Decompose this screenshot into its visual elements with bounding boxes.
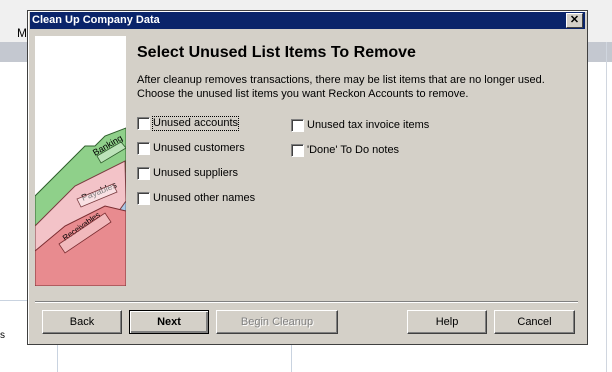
close-button[interactable]: ✕	[566, 13, 583, 28]
next-button[interactable]: Next	[129, 310, 209, 334]
description-line-1: After cleanup removes transactions, ther…	[137, 74, 545, 86]
dialog-heading: Select Unused List Items To Remove	[137, 44, 416, 61]
background-grid-line	[0, 300, 27, 301]
background-grid-line	[606, 42, 607, 372]
checkbox-box[interactable]	[137, 192, 150, 205]
help-button-label: Help	[435, 316, 459, 328]
dialog-titlebar[interactable]: Clean Up Company Data ✕	[30, 12, 585, 29]
checkbox-label[interactable]: Unused tax invoice items	[307, 119, 429, 132]
background-menu-fragment: M	[17, 26, 27, 40]
background-left-fragment: s	[0, 330, 5, 341]
checkbox-box[interactable]	[137, 167, 150, 180]
background-grid-line	[291, 345, 292, 372]
folders-illustration: Banking Payables Receivables	[35, 36, 126, 286]
checkbox-box[interactable]	[291, 119, 304, 132]
checkbox-label[interactable]: Unused suppliers	[153, 167, 238, 180]
checkbox-box[interactable]	[291, 144, 304, 157]
checkbox-box[interactable]	[137, 142, 150, 155]
close-icon: ✕	[569, 14, 580, 26]
dialog-title: Clean Up Company Data	[32, 14, 160, 26]
description-line-2: Choose the unused list items you want Re…	[137, 88, 469, 100]
cancel-button-label: Cancel	[517, 316, 552, 328]
checkbox-label[interactable]: 'Done' To Do notes	[307, 144, 399, 157]
begin-cleanup-button-label: Begin Cleanup	[240, 316, 314, 328]
clean-up-company-data-dialog: Clean Up Company Data ✕ Banking Payables…	[27, 10, 588, 345]
begin-cleanup-button[interactable]: Begin Cleanup	[216, 310, 338, 334]
back-button[interactable]: Back	[42, 310, 122, 334]
cancel-button[interactable]: Cancel	[494, 310, 575, 334]
back-button-label: Back	[69, 316, 95, 328]
button-separator	[35, 301, 578, 303]
folders-illustration-svg: Banking Payables Receivables	[35, 127, 126, 286]
checkbox-box[interactable]	[137, 117, 150, 130]
dialog-description: After cleanup removes transactions, ther…	[137, 73, 545, 101]
background-grid-line	[57, 345, 58, 372]
checkbox-label[interactable]: Unused customers	[153, 142, 245, 155]
checkbox-label[interactable]: Unused accounts	[152, 116, 239, 131]
checkbox-label[interactable]: Unused other names	[153, 192, 255, 205]
next-button-label: Next	[157, 316, 181, 328]
help-button[interactable]: Help	[407, 310, 487, 334]
